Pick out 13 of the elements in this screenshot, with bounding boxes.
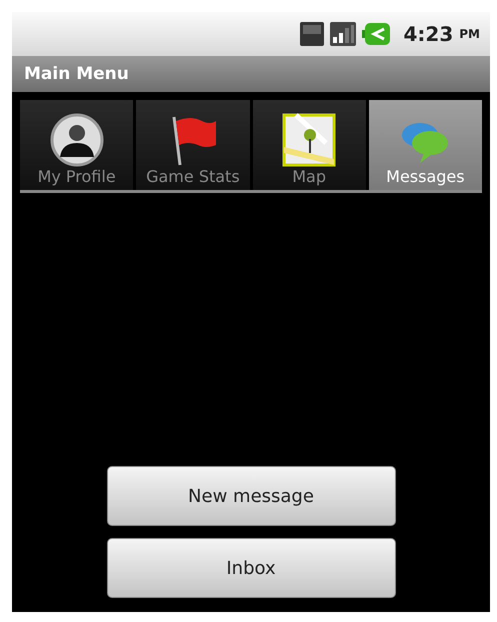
clock-meridiem: PM — [459, 27, 480, 41]
screen-title: Main Menu — [24, 64, 129, 84]
person-icon — [50, 113, 104, 167]
tab[interactable]: Game Stats — [136, 100, 250, 190]
tab[interactable]: My Profile — [20, 100, 134, 190]
battery-icon — [362, 23, 390, 45]
tab[interactable]: Messages — [368, 100, 482, 190]
tab[interactable]: Map — [252, 100, 366, 190]
menu-button[interactable]: Inbox — [106, 538, 396, 598]
map-icon — [282, 113, 336, 167]
signal-icon — [330, 22, 356, 46]
clock-time: 4:23 — [404, 22, 454, 46]
menu-button[interactable]: New message — [106, 466, 396, 526]
